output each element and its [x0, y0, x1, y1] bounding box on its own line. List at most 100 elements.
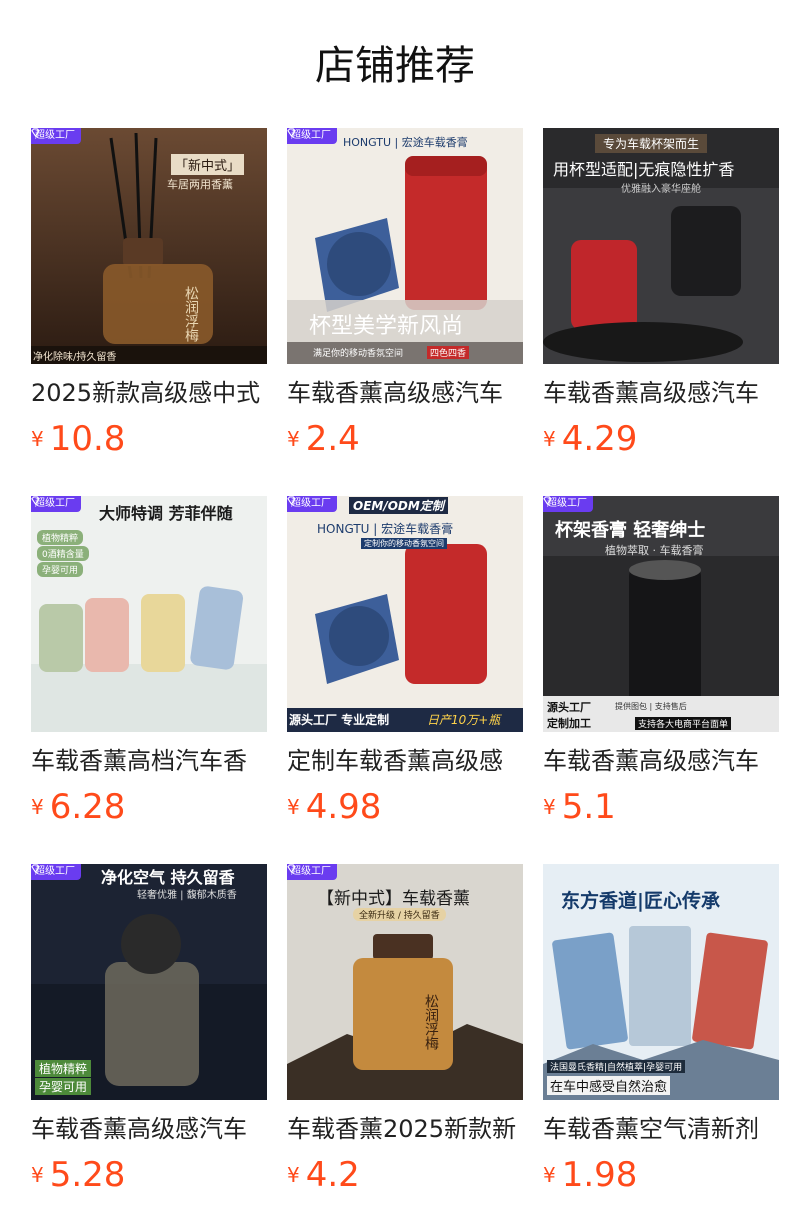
- product-name[interactable]: 车载香薰高档汽车香: [31, 744, 267, 778]
- product-card[interactable]: 超级工厂 OEM/ODM定制 HONGTU | 宏途车载香膏 定制你的移动香氛空…: [287, 496, 523, 836]
- image-caption: 源头工厂: [547, 701, 591, 714]
- product-name[interactable]: 车载香薰空气清新剂: [543, 1112, 779, 1146]
- image-caption: HONGTU | 宏途车载香膏: [317, 522, 454, 536]
- product-price: ¥4.2: [287, 1154, 360, 1196]
- product-card[interactable]: 超级工厂 大师特调 芳菲伴随 植物精粹 0酒精含量 孕婴可用 车载香薰高档汽车香…: [31, 496, 267, 836]
- currency-symbol: ¥: [31, 795, 44, 819]
- currency-symbol: ¥: [543, 1163, 556, 1187]
- image-caption: 在车中感受自然治愈: [547, 1076, 671, 1095]
- product-name[interactable]: 车载香薰高级感汽车: [287, 376, 523, 410]
- product-card[interactable]: 超级工厂 杯架香膏 轻奢绅士 植物萃取 · 车载香膏 源头工厂 定制加工 提供图…: [543, 496, 779, 836]
- image-caption: 植物精粹: [35, 1060, 92, 1077]
- gem-icon: [287, 496, 296, 505]
- image-caption: 源头工厂 专业定制: [289, 713, 390, 727]
- image-caption: 轻奢优雅 | 馥郁木质香: [137, 890, 237, 901]
- product-name[interactable]: 车载香薰2025新款新: [287, 1112, 523, 1146]
- car-perfume-bottle-image[interactable]: 超级工厂 净化空气 持久留香 轻奢优雅 | 馥郁木质香 植物精粹 孕婴可用: [31, 864, 267, 1100]
- image-caption: 东方香道|匠心传承: [561, 890, 720, 912]
- product-name[interactable]: 定制车载香薰高级感: [287, 744, 523, 778]
- image-caption: 孕婴可用: [37, 562, 84, 577]
- image-caption: 提供图包 | 支持售后: [615, 702, 687, 711]
- currency-symbol: ¥: [287, 1163, 300, 1187]
- product-price: ¥4.29: [543, 418, 637, 460]
- currency-symbol: ¥: [543, 427, 556, 451]
- image-caption: 净化除味/持久留香: [33, 352, 117, 363]
- image-caption: 法国曼氏香精|自然植萃|孕婴可用: [547, 1060, 686, 1073]
- product-name[interactable]: 车载香薰高级感汽车: [543, 376, 779, 410]
- product-name[interactable]: 2025新款高级感中式: [31, 376, 267, 410]
- cup-holder-fragrance-image[interactable]: 超级工厂 OEM/ODM定制 HONGTU | 宏途车载香膏 定制你的移动香氛空…: [287, 496, 523, 732]
- image-caption: 松润浮梅: [423, 994, 439, 1050]
- product-price: ¥2.4: [287, 418, 360, 460]
- super-factory-badge: 超级工厂: [543, 496, 593, 512]
- product-card[interactable]: 超级工厂 HONGTU | 宏途车载香膏 杯型美学新风尚 满足你的移动香氛空间 …: [287, 128, 523, 468]
- product-card[interactable]: 超级工厂 「新中式」 车居两用香薰 松润浮梅 净化除味/持久留香 2025新款高…: [31, 128, 267, 468]
- super-factory-badge: 超级工厂: [31, 864, 81, 880]
- image-caption: 满足你的移动香氛空间: [313, 349, 404, 359]
- image-caption: 孕婴可用: [35, 1078, 92, 1095]
- image-caption: 植物萃取 · 车载香膏: [605, 544, 704, 557]
- image-caption: 「新中式」: [171, 154, 245, 175]
- cup-holder-fragrance-image[interactable]: 超级工厂 HONGTU | 宏途车载香膏 杯型美学新风尚 满足你的移动香氛空间 …: [287, 128, 523, 364]
- image-caption: 支持各大电商平台面单: [635, 717, 732, 730]
- image-caption: 杯架香膏 轻奢绅士: [555, 520, 706, 541]
- product-price: ¥1.98: [543, 1154, 637, 1196]
- price-value: 6.28: [49, 787, 126, 827]
- product-name[interactable]: 车载香薰高级感汽车: [543, 744, 779, 778]
- reed-diffuser-image[interactable]: 超级工厂 「新中式」 车居两用香薰 松润浮梅 净化除味/持久留香: [31, 128, 267, 364]
- image-caption: 大师特调 芳菲伴随: [99, 504, 233, 523]
- product-card[interactable]: 东方香道|匠心传承 法国曼氏香精|自然植萃|孕婴可用 在车中感受自然治愈 车载香…: [543, 864, 779, 1204]
- gem-icon: [287, 128, 296, 137]
- price-value: 4.29: [561, 419, 638, 459]
- product-price: ¥5.28: [31, 1154, 125, 1196]
- image-caption: 定制加工: [547, 717, 591, 730]
- super-factory-badge: 超级工厂: [31, 128, 81, 144]
- currency-symbol: ¥: [287, 795, 300, 819]
- product-name[interactable]: 车载香薰高级感汽车: [31, 1112, 267, 1146]
- price-value: 5.1: [561, 787, 616, 827]
- product-price: ¥5.1: [543, 786, 616, 828]
- super-factory-badge: 超级工厂: [287, 128, 337, 144]
- image-caption: 全新升级 / 持久留香: [353, 908, 446, 921]
- gem-icon: [543, 496, 552, 505]
- product-card[interactable]: 超级工厂 净化空气 持久留香 轻奢优雅 | 馥郁木质香 植物精粹 孕婴可用 车载…: [31, 864, 267, 1204]
- image-caption: 松润浮梅: [183, 286, 199, 342]
- cup-holder-fragrance-image[interactable]: 专为车载杯架而生 用杯型适配|无痕隐性扩香 优雅融入豪华座舱: [543, 128, 779, 364]
- image-caption: 植物精粹: [37, 530, 84, 545]
- currency-symbol: ¥: [287, 427, 300, 451]
- image-caption: 净化空气 持久留香: [101, 868, 235, 887]
- image-caption: 杯型美学新风尚: [309, 314, 464, 339]
- image-caption: OEM/ODM定制: [349, 497, 448, 514]
- currency-symbol: ¥: [31, 427, 44, 451]
- price-value: 4.98: [305, 787, 382, 827]
- price-value: 10.8: [49, 419, 126, 459]
- product-card[interactable]: 超级工厂 【新中式】车载香薰 全新升级 / 持久留香 松润浮梅 车载香薰2025…: [287, 864, 523, 1204]
- fragrance-cards-image[interactable]: 东方香道|匠心传承 法国曼氏香精|自然植萃|孕婴可用 在车中感受自然治愈: [543, 864, 779, 1100]
- amber-perfume-bottle-image[interactable]: 超级工厂 【新中式】车载香薰 全新升级 / 持久留香 松润浮梅: [287, 864, 523, 1100]
- gem-icon: [31, 128, 40, 137]
- image-caption: 四色四香: [427, 346, 470, 359]
- page-title: 店铺推荐: [315, 43, 475, 89]
- image-caption: 用杯型适配|无痕隐性扩香: [553, 160, 735, 179]
- image-caption: 优雅融入豪华座舱: [621, 184, 701, 195]
- currency-symbol: ¥: [31, 1163, 44, 1187]
- image-caption: HONGTU | 宏途车载香膏: [343, 136, 468, 149]
- currency-symbol: ¥: [543, 795, 556, 819]
- image-caption: 专为车载杯架而生: [595, 134, 708, 153]
- image-caption: 0酒精含量: [37, 546, 89, 561]
- car-perfume-can-image[interactable]: 超级工厂 杯架香膏 轻奢绅士 植物萃取 · 车载香膏 源头工厂 定制加工 提供图…: [543, 496, 779, 732]
- gem-icon: [31, 864, 40, 873]
- super-factory-badge: 超级工厂: [287, 864, 337, 880]
- price-value: 1.98: [561, 1155, 638, 1195]
- super-factory-badge: 超级工厂: [31, 496, 81, 512]
- product-card[interactable]: 专为车载杯架而生 用杯型适配|无痕隐性扩香 优雅融入豪华座舱 车载香薰高级感汽车…: [543, 128, 779, 468]
- product-price: ¥10.8: [31, 418, 125, 460]
- image-caption: 【新中式】车载香薰: [317, 889, 470, 909]
- gem-icon: [31, 496, 40, 505]
- image-caption: 车居两用香薰: [167, 178, 233, 191]
- perfume-bottles-image[interactable]: 超级工厂 大师特调 芳菲伴随 植物精粹 0酒精含量 孕婴可用: [31, 496, 267, 732]
- price-value: 2.4: [305, 419, 360, 459]
- gem-icon: [287, 864, 296, 873]
- image-caption: 日产10万+瓶: [427, 713, 501, 727]
- image-caption: 定制你的移动香氛空间: [361, 538, 447, 549]
